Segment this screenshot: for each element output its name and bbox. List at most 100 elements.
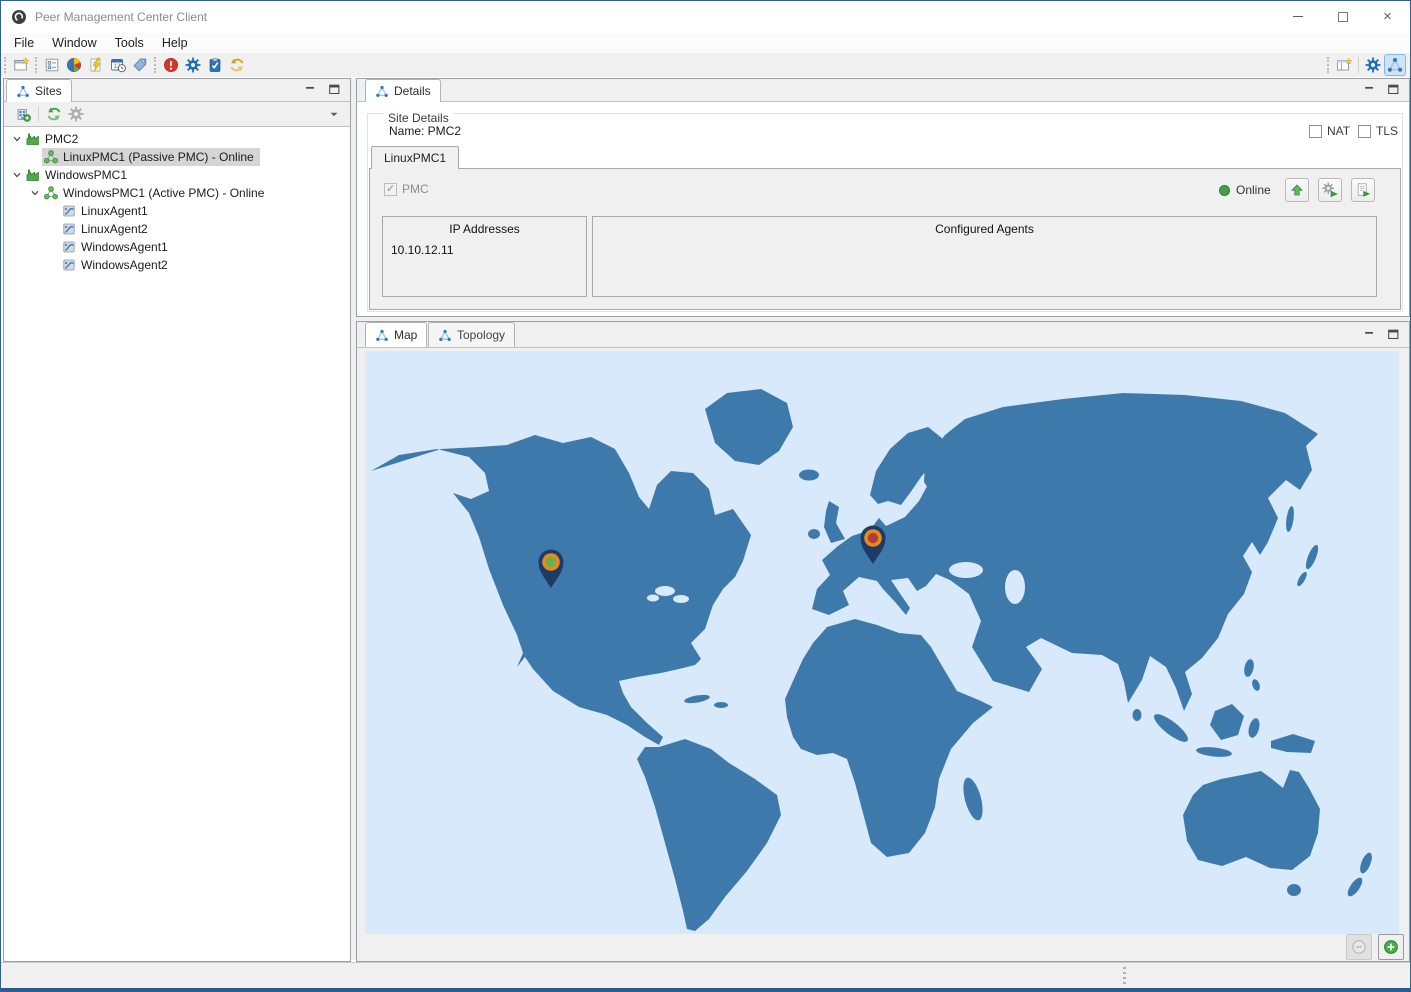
window-minimize-button[interactable] xyxy=(1275,1,1320,32)
sites-minimize-button[interactable] xyxy=(300,81,320,99)
site-details-group-label: Site Details xyxy=(384,111,453,125)
sites-panel: Sites PMC2 LinuxPMC1 (Passive PMC) - Onli… xyxy=(3,78,351,962)
pmc-checkbox: PMC xyxy=(384,182,429,196)
chevron-down-icon[interactable] xyxy=(10,132,24,146)
status-bar-grip[interactable] xyxy=(1123,967,1126,987)
network-triangle-icon xyxy=(375,329,389,342)
details-tab-label: Details xyxy=(394,84,431,98)
reports-icon[interactable] xyxy=(63,54,85,76)
site-icon xyxy=(25,167,41,183)
pmc-checkbox-box xyxy=(384,182,397,196)
details-maximize-button[interactable] xyxy=(1383,81,1403,99)
tab-sites[interactable]: Sites xyxy=(6,79,72,102)
menu-window[interactable]: Window xyxy=(43,34,105,52)
tags-icon[interactable] xyxy=(129,54,151,76)
jobs-icon[interactable] xyxy=(85,54,107,76)
tree-item-pmc2[interactable]: PMC2 xyxy=(4,130,350,148)
chevron-down-icon[interactable] xyxy=(28,186,42,200)
preferences-icon[interactable] xyxy=(182,54,204,76)
window-maximize-button[interactable] xyxy=(1320,1,1365,32)
tls-checkbox-box[interactable] xyxy=(1358,124,1371,138)
status-bar xyxy=(1,962,1410,990)
alerts-icon[interactable] xyxy=(160,54,182,76)
pmc-checkbox-label: PMC xyxy=(402,182,429,196)
online-status-label: Online xyxy=(1236,183,1271,197)
sites-tab-label: Sites xyxy=(35,84,62,98)
schedule-icon[interactable]: 12 xyxy=(107,54,129,76)
network-perspective-icon[interactable] xyxy=(1384,54,1406,76)
chevron-down-icon[interactable] xyxy=(10,168,24,182)
view-menu-icon[interactable] xyxy=(326,107,342,121)
properties-icon[interactable] xyxy=(41,54,63,76)
zoom-in-icon[interactable] xyxy=(1378,934,1404,960)
sites-view-toolbar xyxy=(4,102,350,126)
details-panel-header: Details xyxy=(357,79,1409,102)
menu-file[interactable]: File xyxy=(5,34,43,52)
add-site-icon[interactable] xyxy=(12,103,34,125)
tree-item-windowspmc1[interactable]: WindowsPMC1 xyxy=(4,166,350,184)
site-settings-icon[interactable] xyxy=(65,103,87,125)
tree-item-linuxpmc1-passive-pmc-online[interactable]: LinuxPMC1 (Passive PMC) - Online xyxy=(4,148,350,166)
tree-item-linuxagent1[interactable]: LinuxAgent1 xyxy=(4,202,350,220)
export-icon[interactable] xyxy=(1351,178,1375,202)
tree-item-label: WindowsPMC1 xyxy=(45,168,128,182)
tab-linuxpmc1[interactable]: LinuxPMC1 xyxy=(371,146,460,169)
menu-tools[interactable]: Tools xyxy=(106,34,153,52)
configured-agents-rows xyxy=(593,236,1376,242)
configured-agents-table: Configured Agents xyxy=(592,216,1377,297)
tasks-icon[interactable] xyxy=(204,54,226,76)
tree-item-windowspmc1-active-pmc-online[interactable]: WindowsPMC1 (Active PMC) - Online xyxy=(4,184,350,202)
nat-checkbox-box[interactable] xyxy=(1309,124,1322,138)
tab-label: Map xyxy=(394,328,418,342)
nat-checkbox[interactable]: NAT xyxy=(1309,124,1350,138)
details-minimize-button[interactable] xyxy=(1359,81,1379,99)
refresh-icon[interactable] xyxy=(43,103,65,125)
tab-topology[interactable]: Topology xyxy=(428,322,516,347)
menu-help[interactable]: Help xyxy=(153,34,197,52)
map-maximize-button[interactable] xyxy=(1383,326,1403,344)
configured-agents-header: Configured Agents xyxy=(935,222,1034,236)
tree-item-label: WindowsPMC1 (Active PMC) - Online xyxy=(63,186,265,200)
sync-icon[interactable] xyxy=(226,54,248,76)
ip-addresses-rows: 10.10.12.11 xyxy=(383,236,586,258)
site-details-content: Site Details Name: PMC2 NAT TLS LinuxPMC… xyxy=(357,102,1409,316)
settings-perspective-icon[interactable] xyxy=(1362,54,1384,76)
map-panel-header: Map Topology xyxy=(357,322,1409,348)
tab-details[interactable]: Details xyxy=(365,79,441,102)
toolbar-grip xyxy=(154,57,156,73)
ip-address-value: 10.10.12.11 xyxy=(391,243,454,257)
network-triangle-icon xyxy=(16,85,30,98)
gear-run-icon[interactable] xyxy=(1318,178,1342,202)
ip-addresses-header: IP Addresses xyxy=(449,222,520,236)
pmc-icon xyxy=(43,149,59,165)
tab-map[interactable]: Map xyxy=(365,322,428,347)
tls-checkbox[interactable]: TLS xyxy=(1358,124,1398,138)
sites-panel-header: Sites xyxy=(4,79,350,102)
tree-item-windowsagent2[interactable]: WindowsAgent2 xyxy=(4,256,350,274)
network-triangle-icon xyxy=(438,329,452,342)
menu-bar: File Window Tools Help xyxy=(1,33,1410,53)
pmc-icon xyxy=(43,185,59,201)
promote-icon[interactable] xyxy=(1285,178,1309,202)
map-minimize-button[interactable] xyxy=(1359,326,1379,344)
new-agent-icon[interactable] xyxy=(10,54,32,76)
sites-maximize-button[interactable] xyxy=(324,81,344,99)
toolbar-separator xyxy=(38,106,39,122)
agent-icon xyxy=(61,257,77,273)
map-panel: Map Topology xyxy=(356,321,1410,962)
tree-item-label: LinuxAgent2 xyxy=(81,222,148,236)
tree-item-windowsagent1[interactable]: WindowsAgent1 xyxy=(4,238,350,256)
world-map[interactable] xyxy=(365,351,1399,934)
map-content xyxy=(357,348,1409,961)
toolbar-separator xyxy=(1358,57,1359,73)
open-perspective-icon[interactable] xyxy=(1333,54,1355,76)
tree-item-linuxagent2[interactable]: LinuxAgent2 xyxy=(4,220,350,238)
window-close-button[interactable]: × xyxy=(1365,1,1410,32)
site-icon xyxy=(25,131,41,147)
tls-checkbox-label: TLS xyxy=(1376,124,1399,138)
